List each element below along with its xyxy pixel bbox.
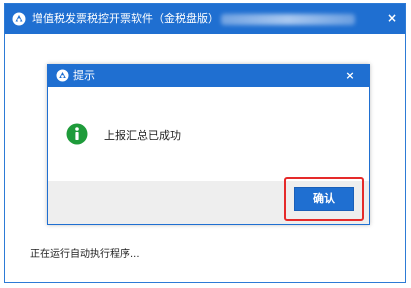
app-logo-icon <box>56 69 69 82</box>
main-close-button[interactable]: × <box>387 10 397 26</box>
dialog-title: 提示 <box>73 69 95 82</box>
main-window-title: 增值税发票税控开票软件（金税盘版） <box>32 12 219 25</box>
status-text: 正在运行自动执行程序... <box>30 249 140 260</box>
confirm-button[interactable]: 确认 <box>294 187 354 211</box>
dialog-message: 上报汇总已成功 <box>104 129 181 142</box>
app-logo-icon <box>12 12 26 26</box>
dialog-content: 上报汇总已成功 <box>48 87 369 181</box>
prompt-dialog: 提示 × 上报汇总已成功 确认 <box>47 64 370 225</box>
dialog-close-button[interactable]: × <box>339 67 361 84</box>
screen: 增值税发票税控开票软件（金税盘版） × 正在运行自动执行程序... 提示 × 上… <box>0 0 411 288</box>
info-icon <box>66 123 88 145</box>
dialog-titlebar[interactable]: 提示 × <box>48 65 369 87</box>
main-titlebar[interactable]: 增值税发票税控开票软件（金税盘版） × <box>5 4 405 34</box>
redacted-title-text <box>221 14 355 25</box>
